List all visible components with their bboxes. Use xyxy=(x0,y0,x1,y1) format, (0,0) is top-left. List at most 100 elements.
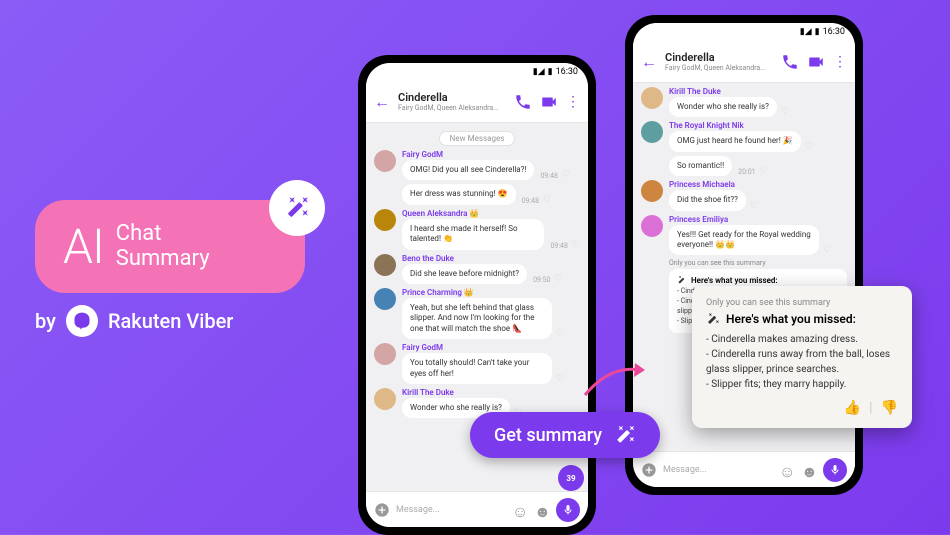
heart-icon[interactable]: ♡ xyxy=(562,170,570,180)
avatar xyxy=(374,254,396,276)
signal-icon: ▮◢ xyxy=(800,27,812,37)
message-bubble[interactable]: I heard she made it herself! So talented… xyxy=(402,219,544,250)
badge-subtitle: Chat Summary xyxy=(116,222,210,270)
message-input-bar: Message... ☺ ☻ xyxy=(633,451,855,487)
menu-dots-icon[interactable]: ⋮ xyxy=(833,54,847,70)
avatar xyxy=(374,388,396,410)
video-call-icon[interactable] xyxy=(807,53,825,71)
message-input[interactable]: Message... xyxy=(663,465,773,475)
signal-icon: ▮◢ xyxy=(533,67,545,77)
sticker-icon[interactable]: ☻ xyxy=(534,502,550,518)
message-row: Her dress was stunning! 😍 09:48 ♡ xyxy=(374,184,580,204)
magic-wand-icon xyxy=(284,195,310,221)
phone-call-icon[interactable] xyxy=(781,53,799,71)
mic-button[interactable] xyxy=(556,498,580,522)
plus-icon[interactable] xyxy=(641,462,657,478)
popup-feedback: 👍 | 👎 xyxy=(706,400,898,416)
sender-name: Princess Michaela xyxy=(669,180,847,189)
avatar xyxy=(374,209,396,231)
message-row: The Royal Knight NikOMG just heard he fo… xyxy=(641,121,847,151)
avatar xyxy=(374,150,396,172)
thumbs-up-icon[interactable]: 👍 xyxy=(844,400,861,416)
scroll-to-bottom-badge[interactable]: 39 xyxy=(558,465,584,491)
get-summary-button[interactable]: Get summary xyxy=(470,412,660,458)
sender-name: The Royal Knight Nik xyxy=(669,121,847,130)
sender-name: Kirill The Duke xyxy=(402,388,580,397)
message-row: Beno the DukeDid she leave before midnig… xyxy=(374,254,580,284)
avatar xyxy=(374,288,396,310)
heart-icon[interactable]: ♡ xyxy=(556,329,564,339)
battery-icon: ▮ xyxy=(548,67,553,77)
by-line: by Rakuten Viber xyxy=(35,305,305,337)
sender-name: Queen Aleksandra 👑 xyxy=(402,209,580,218)
message-input[interactable]: Message... xyxy=(396,505,506,515)
heart-icon[interactable]: ♡ xyxy=(750,201,758,211)
ai-label: AI xyxy=(63,218,104,275)
avatar xyxy=(641,180,663,202)
heart-icon[interactable]: ♡ xyxy=(556,374,564,384)
promo-section: AI Chat Summary by Rakuten Viber xyxy=(35,200,305,337)
message-row: Queen Aleksandra 👑I heard she made it he… xyxy=(374,209,580,250)
heart-icon[interactable]: ♡ xyxy=(823,245,831,255)
emoji-icon[interactable]: ☺ xyxy=(512,502,528,518)
arrow-icon xyxy=(580,350,660,410)
heart-icon[interactable]: ♡ xyxy=(543,195,551,205)
video-call-icon[interactable] xyxy=(540,93,558,111)
mic-button[interactable] xyxy=(823,458,847,482)
back-icon[interactable]: ← xyxy=(374,92,390,112)
new-messages-pill: New Messages xyxy=(439,131,516,146)
message-row: Fairy GodMYou totally should! Can't take… xyxy=(374,343,580,384)
status-bar: ▮◢ ▮ 16:30 xyxy=(366,63,588,81)
avatar xyxy=(641,215,663,237)
sender-name: Fairy GodM xyxy=(402,150,580,159)
chat-title[interactable]: Cinderella Fairy GodM, Queen Aleksandra.… xyxy=(665,51,773,72)
emoji-icon[interactable]: ☺ xyxy=(779,462,795,478)
message-bubble[interactable]: Yeah, but she left behind that glass sli… xyxy=(402,298,552,339)
message-bubble[interactable]: OMG just heard he found her! 🎉 xyxy=(669,131,801,151)
message-bubble[interactable]: Wonder who she really is? xyxy=(669,97,777,117)
chat-header: ← Cinderella Fairy GodM, Queen Aleksandr… xyxy=(366,81,588,123)
popup-body: - Cinderella makes amazing dress. - Cind… xyxy=(706,332,898,392)
message-bubble[interactable]: So romantic!! xyxy=(669,156,732,176)
ai-chat-summary-badge: AI Chat Summary xyxy=(35,200,305,293)
heart-icon[interactable]: ♡ xyxy=(805,142,813,152)
heart-icon[interactable]: ♡ xyxy=(781,107,789,117)
heart-icon[interactable]: ♡ xyxy=(555,274,563,284)
message-bubble[interactable]: OMG! Did you all see Cinderella?! xyxy=(402,160,534,180)
back-icon[interactable]: ← xyxy=(641,52,657,72)
magic-wand-icon xyxy=(677,275,687,285)
message-bubble[interactable]: Did the shoe fit?? xyxy=(669,190,746,210)
message-row: So romantic!! 20:01 ♡ xyxy=(641,156,847,176)
wand-icon-badge xyxy=(269,180,325,236)
menu-dots-icon[interactable]: ⋮ xyxy=(566,94,580,110)
message-bubble[interactable]: Her dress was stunning! 😍 xyxy=(402,184,516,204)
sender-name: Kirill The Duke xyxy=(669,87,847,96)
heart-icon[interactable]: ♡ xyxy=(760,166,768,176)
status-time: 16:30 xyxy=(823,27,845,37)
message-bubble[interactable]: Yes!!! Get ready for the Royal wedding e… xyxy=(669,225,819,256)
status-bar: ▮◢ ▮ 16:30 xyxy=(633,23,855,41)
chat-title[interactable]: Cinderella Fairy GodM, Queen Aleksandra.… xyxy=(398,91,506,112)
message-bubble[interactable]: Did she leave before midnight? xyxy=(402,264,527,284)
brand-name: Rakuten Viber xyxy=(108,309,233,333)
message-time: 09:48 xyxy=(540,172,557,180)
message-row: Kirill The DukeWonder who she really is?… xyxy=(641,87,847,117)
plus-icon[interactable] xyxy=(374,502,390,518)
heart-icon[interactable]: ♡ xyxy=(572,240,580,250)
popup-title: Here's what you missed: xyxy=(706,312,898,326)
sender-name: Fairy GodM xyxy=(402,343,580,352)
message-time: 09:48 xyxy=(550,242,567,250)
message-row: Princess EmiliyaYes!!! Get ready for the… xyxy=(641,215,847,256)
message-time: 09:48 xyxy=(522,197,539,205)
popup-visibility-label: Only you can see this summary xyxy=(706,298,898,308)
sticker-icon[interactable]: ☻ xyxy=(801,462,817,478)
phone-call-icon[interactable] xyxy=(514,93,532,111)
message-row: Princess MichaelaDid the shoe fit?? ♡ xyxy=(641,180,847,210)
sender-name: Beno the Duke xyxy=(402,254,580,263)
message-bubble[interactable]: You totally should! Can't take your eyes… xyxy=(402,353,552,384)
thumbs-down-icon[interactable]: 👎 xyxy=(881,400,898,416)
viber-logo-icon xyxy=(66,305,98,337)
message-time: 09:50 xyxy=(533,276,550,284)
message-time: 20:01 xyxy=(738,168,755,176)
summary-title: Here's what you missed: xyxy=(677,275,839,285)
